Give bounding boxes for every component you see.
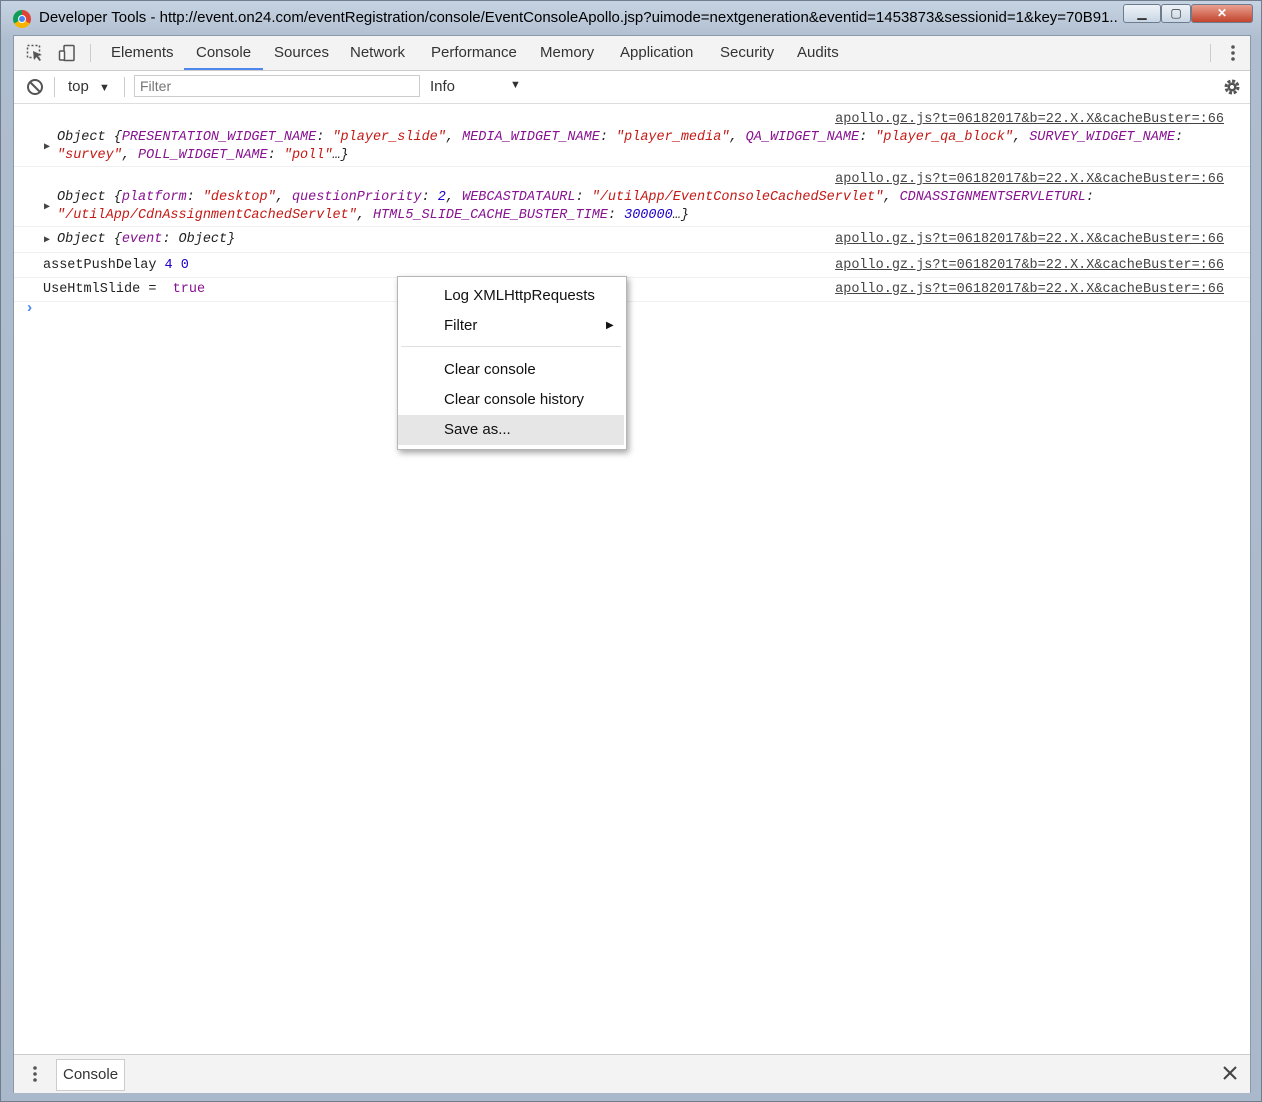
tab-sources[interactable]: Sources — [262, 36, 341, 69]
minimize-button[interactable]: ▁ — [1123, 4, 1161, 23]
console-prompt-icon[interactable]: › — [25, 300, 34, 317]
console-toolbar: top ▼ Info ▼ — [14, 71, 1250, 104]
toolbar-divider — [54, 77, 55, 97]
console-output[interactable]: apollo.gz.js?t=06182017&b=22.X.X&cacheBu… — [14, 104, 1250, 1054]
tab-memory[interactable]: Memory — [528, 36, 606, 69]
expand-triangle-icon[interactable]: ▶ — [44, 234, 50, 246]
window-title: Developer Tools - http://event.on24.com/… — [39, 9, 1119, 26]
tab-performance[interactable]: Performance — [419, 36, 529, 69]
close-window-button[interactable]: ✕ — [1191, 4, 1253, 23]
console-message: apollo.gz.js?t=06182017&b=22.X.X&cacheBu… — [14, 226, 1250, 253]
context-menu: Log XMLHttpRequests Filter ▶ Clear conso… — [397, 276, 627, 450]
gear-icon[interactable] — [1222, 77, 1242, 97]
chevron-down-icon: ▼ — [510, 79, 521, 91]
menu-item-log-xmlhttprequests[interactable]: Log XMLHttpRequests — [398, 281, 624, 311]
console-message: apollo.gz.js?t=06182017&b=22.X.X&cacheBu… — [14, 252, 1250, 278]
chrome-logo-icon — [13, 10, 31, 28]
clear-console-icon[interactable] — [26, 78, 44, 96]
close-drawer-icon[interactable] — [1222, 1065, 1238, 1081]
chevron-down-icon: ▼ — [99, 82, 110, 94]
log-level-select[interactable]: Info ▼ — [430, 78, 524, 95]
log-line: Object {platform: "desktop", questionPri… — [57, 190, 1095, 205]
console-message: apollo.gz.js?t=06182017&b=22.X.X&cacheBu… — [14, 104, 1250, 167]
panel-tab-bar: Elements Console Sources Network Perform… — [14, 36, 1250, 71]
devtools-panel: Elements Console Sources Network Perform… — [13, 35, 1251, 1093]
menu-item-clear-console[interactable]: Clear console — [398, 355, 624, 385]
tab-audits[interactable]: Audits — [785, 36, 851, 69]
source-link[interactable]: apollo.gz.js?t=06182017&b=22.X.X&cacheBu… — [835, 232, 1224, 247]
log-line: Object {event: Object} — [57, 232, 236, 247]
toolbar-divider — [90, 44, 91, 62]
log-line: Object {PRESENTATION_WIDGET_NAME: "playe… — [57, 130, 1184, 145]
drawer-menu-icon[interactable] — [26, 1065, 44, 1083]
context-selector-value: top — [68, 78, 89, 95]
expand-triangle-icon[interactable]: ▶ — [44, 141, 50, 153]
source-link[interactable]: apollo.gz.js?t=06182017&b=22.X.X&cacheBu… — [835, 112, 1224, 127]
console-message: apollo.gz.js?t=06182017&b=22.X.X&cacheBu… — [14, 277, 1250, 302]
tab-application[interactable]: Application — [608, 36, 705, 69]
log-line: UseHtmlSlide = true — [43, 282, 206, 297]
source-link[interactable]: apollo.gz.js?t=06182017&b=22.X.X&cacheBu… — [835, 172, 1224, 187]
devtools-window: Developer Tools - http://event.on24.com/… — [0, 0, 1262, 1102]
console-drawer: Console — [14, 1054, 1250, 1093]
console-message: apollo.gz.js?t=06182017&b=22.X.X&cacheBu… — [14, 166, 1250, 227]
maximize-button[interactable]: ▢ — [1161, 4, 1191, 23]
more-options-icon[interactable] — [1224, 44, 1242, 62]
log-line: "survey", POLL_WIDGET_NAME: "poll"…} — [57, 148, 349, 163]
menu-item-clear-console-history[interactable]: Clear console history — [398, 385, 624, 415]
source-link[interactable]: apollo.gz.js?t=06182017&b=22.X.X&cacheBu… — [835, 282, 1224, 297]
tab-console[interactable]: Console — [184, 36, 264, 70]
menu-separator — [401, 346, 621, 347]
device-toolbar-icon[interactable] — [58, 44, 76, 62]
menu-item-save-as[interactable]: Save as... — [398, 415, 624, 445]
toolbar-divider — [1210, 44, 1211, 62]
tab-elements[interactable]: Elements — [99, 36, 186, 69]
inspect-element-icon[interactable] — [26, 44, 44, 62]
tab-security[interactable]: Security — [708, 36, 786, 69]
submenu-arrow-icon: ▶ — [606, 320, 614, 331]
drawer-tab-console[interactable]: Console — [56, 1059, 126, 1091]
context-selector[interactable]: top ▼ — [68, 78, 110, 95]
expand-triangle-icon[interactable]: ▶ — [44, 201, 50, 213]
source-link[interactable]: apollo.gz.js?t=06182017&b=22.X.X&cacheBu… — [835, 258, 1224, 273]
log-line: "/utilApp/CdnAssignmentCachedServlet", H… — [57, 208, 689, 223]
toolbar-divider — [124, 77, 125, 97]
title-bar[interactable]: Developer Tools - http://event.on24.com/… — [1, 1, 1261, 35]
log-level-value: Info — [430, 78, 456, 95]
log-line: assetPushDelay 4 0 — [43, 258, 189, 273]
filter-input[interactable] — [134, 75, 420, 97]
menu-item-filter[interactable]: Filter ▶ — [398, 311, 624, 341]
tab-network[interactable]: Network — [338, 36, 417, 69]
